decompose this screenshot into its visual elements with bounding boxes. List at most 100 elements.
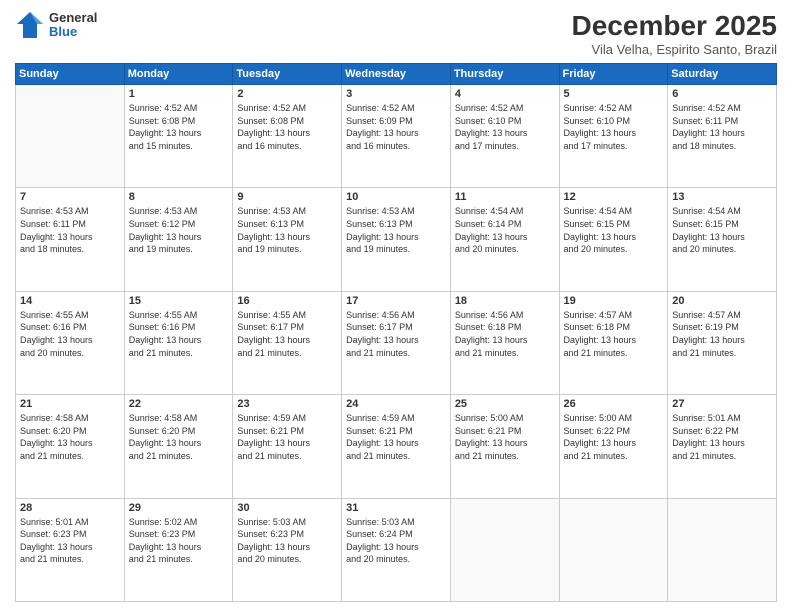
day-info: Sunrise: 4:55 AMSunset: 6:16 PMDaylight:… [129,309,229,359]
table-row: 30 Sunrise: 5:03 AMSunset: 6:23 PMDayligh… [233,498,342,601]
day-info: Sunrise: 4:52 AMSunset: 6:09 PMDaylight:… [346,102,446,152]
table-row: 19 Sunrise: 4:57 AMSunset: 6:18 PMDayligh… [559,291,668,394]
table-row: 24 Sunrise: 4:59 AMSunset: 6:21 PMDayligh… [342,395,451,498]
day-number: 2 [237,88,337,100]
table-row: 29 Sunrise: 5:02 AMSunset: 6:23 PMDayligh… [124,498,233,601]
header: General Blue December 2025 Vila Velha, E… [15,10,777,57]
logo-general: General [49,11,97,25]
day-number: 19 [564,295,664,307]
table-row: 12 Sunrise: 4:54 AMSunset: 6:15 PMDayligh… [559,188,668,291]
table-row: 14 Sunrise: 4:55 AMSunset: 6:16 PMDayligh… [16,291,125,394]
day-info: Sunrise: 4:55 AMSunset: 6:17 PMDaylight:… [237,309,337,359]
day-info: Sunrise: 4:54 AMSunset: 6:15 PMDaylight:… [564,205,664,255]
day-number: 21 [20,398,120,410]
day-info: Sunrise: 4:52 AMSunset: 6:11 PMDaylight:… [672,102,772,152]
table-row: 17Sunrise: 4:56 AMSunset: 6:17 PMDayligh… [342,291,451,394]
day-info: Sunrise: 4:56 AMSunset: 6:18 PMDaylight:… [455,309,555,359]
calendar-row-3: 14 Sunrise: 4:55 AMSunset: 6:16 PMDayligh… [16,291,777,394]
logo-blue: Blue [49,25,97,39]
table-row: 21 Sunrise: 4:58 AMSunset: 6:20 PMDayligh… [16,395,125,498]
day-info: Sunrise: 4:52 AMSunset: 6:08 PMDaylight:… [129,102,229,152]
day-number: 1 [129,88,229,100]
day-number: 10 [346,191,446,203]
col-saturday: Saturday [668,64,777,85]
day-info: Sunrise: 4:59 AMSunset: 6:21 PMDaylight:… [346,412,446,462]
day-info: Sunrise: 4:54 AMSunset: 6:14 PMDaylight:… [455,205,555,255]
day-number: 9 [237,191,337,203]
logo-text: General Blue [49,11,97,40]
day-info: Sunrise: 5:01 AMSunset: 6:22 PMDaylight:… [672,412,772,462]
location: Vila Velha, Espirito Santo, Brazil [572,42,777,57]
day-info: Sunrise: 5:03 AMSunset: 6:23 PMDaylight:… [237,516,337,566]
day-number: 12 [564,191,664,203]
table-row: 23 Sunrise: 4:59 AMSunset: 6:21 PMDayligh… [233,395,342,498]
table-row [668,498,777,601]
day-info: Sunrise: 4:52 AMSunset: 6:08 PMDaylight:… [237,102,337,152]
day-number: 14 [20,295,120,307]
table-row [16,85,125,188]
table-row: 7Sunrise: 4:53 AMSunset: 6:11 PMDaylight… [16,188,125,291]
day-info: Sunrise: 4:53 AMSunset: 6:12 PMDaylight:… [129,205,229,255]
day-number: 4 [455,88,555,100]
table-row: 6 Sunrise: 4:52 AMSunset: 6:11 PMDaylight… [668,85,777,188]
table-row: 8 Sunrise: 4:53 AMSunset: 6:12 PMDaylight… [124,188,233,291]
col-sunday: Sunday [16,64,125,85]
table-row: 10 Sunrise: 4:53 AMSunset: 6:13 PMDayligh… [342,188,451,291]
day-number: 30 [237,502,337,514]
table-row [559,498,668,601]
day-info: Sunrise: 4:57 AMSunset: 6:18 PMDaylight:… [564,309,664,359]
table-row: 15 Sunrise: 4:55 AMSunset: 6:16 PMDayligh… [124,291,233,394]
day-number: 16 [237,295,337,307]
calendar-row-5: 28Sunrise: 5:01 AMSunset: 6:23 PMDayligh… [16,498,777,601]
table-row: 1 Sunrise: 4:52 AMSunset: 6:08 PMDaylight… [124,85,233,188]
table-row: 5 Sunrise: 4:52 AMSunset: 6:10 PMDaylight… [559,85,668,188]
day-info: Sunrise: 4:57 AMSunset: 6:19 PMDaylight:… [672,309,772,359]
day-number: 24 [346,398,446,410]
table-row: 3Sunrise: 4:52 AMSunset: 6:09 PMDaylight… [342,85,451,188]
col-wednesday: Wednesday [342,64,451,85]
table-row: 27Sunrise: 5:01 AMSunset: 6:22 PMDayligh… [668,395,777,498]
day-info: Sunrise: 4:58 AMSunset: 6:20 PMDaylight:… [20,412,120,462]
day-number: 22 [129,398,229,410]
col-friday: Friday [559,64,668,85]
table-row: 18 Sunrise: 4:56 AMSunset: 6:18 PMDayligh… [450,291,559,394]
day-info: Sunrise: 4:53 AMSunset: 6:13 PMDaylight:… [237,205,337,255]
day-info: Sunrise: 4:52 AMSunset: 6:10 PMDaylight:… [455,102,555,152]
day-number: 25 [455,398,555,410]
day-info: Sunrise: 4:55 AMSunset: 6:16 PMDaylight:… [20,309,120,359]
calendar-row-4: 21 Sunrise: 4:58 AMSunset: 6:20 PMDayligh… [16,395,777,498]
day-number: 18 [455,295,555,307]
day-number: 23 [237,398,337,410]
day-number: 5 [564,88,664,100]
table-row: 31Sunrise: 5:03 AMSunset: 6:24 PMDayligh… [342,498,451,601]
day-info: Sunrise: 4:52 AMSunset: 6:10 PMDaylight:… [564,102,664,152]
day-info: Sunrise: 5:02 AMSunset: 6:23 PMDaylight:… [129,516,229,566]
day-info: Sunrise: 5:01 AMSunset: 6:23 PMDaylight:… [20,516,120,566]
day-number: 6 [672,88,772,100]
table-row: 13Sunrise: 4:54 AMSunset: 6:15 PMDayligh… [668,188,777,291]
day-info: Sunrise: 4:58 AMSunset: 6:20 PMDaylight:… [129,412,229,462]
table-row [450,498,559,601]
table-row: 26Sunrise: 5:00 AMSunset: 6:22 PMDayligh… [559,395,668,498]
day-number: 8 [129,191,229,203]
day-info: Sunrise: 4:54 AMSunset: 6:15 PMDaylight:… [672,205,772,255]
calendar-header-row: Sunday Monday Tuesday Wednesday Thursday… [16,64,777,85]
day-info: Sunrise: 4:56 AMSunset: 6:17 PMDaylight:… [346,309,446,359]
col-thursday: Thursday [450,64,559,85]
logo-icon [15,10,45,40]
table-row: 22 Sunrise: 4:58 AMSunset: 6:20 PMDayligh… [124,395,233,498]
day-info: Sunrise: 4:59 AMSunset: 6:21 PMDaylight:… [237,412,337,462]
day-number: 7 [20,191,120,203]
day-number: 15 [129,295,229,307]
table-row: 11Sunrise: 4:54 AMSunset: 6:14 PMDayligh… [450,188,559,291]
table-row: 2 Sunrise: 4:52 AMSunset: 6:08 PMDaylight… [233,85,342,188]
day-number: 29 [129,502,229,514]
calendar-table: Sunday Monday Tuesday Wednesday Thursday… [15,63,777,602]
day-info: Sunrise: 4:53 AMSunset: 6:13 PMDaylight:… [346,205,446,255]
day-info: Sunrise: 5:00 AMSunset: 6:21 PMDaylight:… [455,412,555,462]
day-number: 31 [346,502,446,514]
title-section: December 2025 Vila Velha, Espirito Santo… [572,10,777,57]
day-number: 26 [564,398,664,410]
day-number: 20 [672,295,772,307]
calendar-row-2: 7Sunrise: 4:53 AMSunset: 6:11 PMDaylight… [16,188,777,291]
